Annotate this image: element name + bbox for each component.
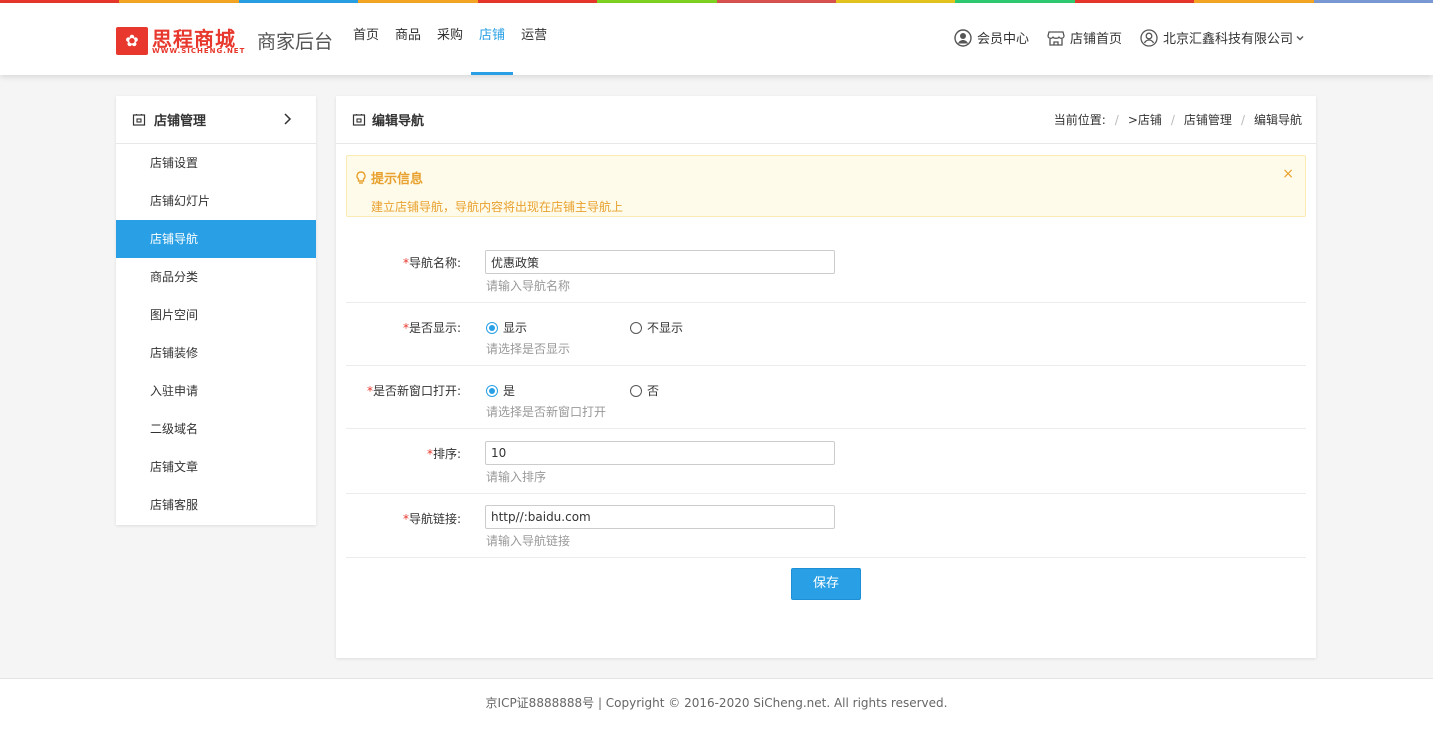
sort-input[interactable] [485, 441, 835, 465]
header-right-links: 会员中心 店铺首页 北京汇鑫科技有限公司 [936, 3, 1305, 75]
tip-box: 提示信息 建立店铺导航，导航内容将出现在店铺主导航上 × [346, 155, 1306, 217]
breadcrumb-current: 编辑导航 [1253, 113, 1302, 127]
company-name: 北京汇鑫科技有限公司 [1162, 32, 1293, 47]
main-panel: 编辑导航 当前位置: / >店铺 / 店铺管理 / 编辑导航 提示信息 建立店铺… [336, 96, 1316, 658]
page-title: 编辑导航 [372, 114, 425, 129]
site-logo[interactable]: ✿ 思程商城 WWW.SICHENG.NET [116, 25, 248, 57]
tip-text: 建立店铺导航，导航内容将出现在店铺主导航上 [371, 200, 624, 214]
new-window-option-no: 否 [647, 384, 660, 398]
nav-home[interactable]: 首页 [345, 0, 387, 72]
breadcrumb-separator: / [1170, 113, 1175, 127]
close-icon[interactable]: × [1282, 166, 1294, 182]
nav-name-label: 导航名称: [408, 256, 461, 270]
sort-help: 请输入排序 [486, 470, 547, 484]
nav-link-label-wrap: *导航链接: [346, 510, 461, 527]
breadcrumb-separator: / [1114, 113, 1119, 127]
nav-link-input[interactable] [485, 505, 835, 529]
nav-name-help: 请输入导航名称 [486, 279, 571, 293]
account-icon [1140, 28, 1158, 47]
breadcrumb-shop-manage[interactable]: 店铺管理 [1184, 96, 1232, 144]
chevron-down-icon [1296, 35, 1304, 40]
radio-checked-icon [486, 384, 498, 397]
new-window-label: 是否新窗口打开: [372, 384, 461, 398]
display-option-show: 显示 [503, 321, 528, 335]
footer: 京ICP证8888888号 | Copyright © 2016-2020 Si… [0, 678, 1433, 732]
sidebar-item-customer-service[interactable]: 店铺客服 [116, 486, 316, 524]
nav-goods[interactable]: 商品 [387, 0, 429, 72]
radio-unchecked-icon [630, 321, 642, 334]
new-window-option-yes: 是 [503, 384, 516, 398]
new-window-help: 请选择是否新窗口打开 [486, 405, 607, 419]
footer-copyright: 京ICP证8888888号 | Copyright © 2016-2020 Si… [485, 696, 948, 710]
display-radio-show[interactable]: 显示 [486, 319, 527, 336]
sidebar-item-subdomain[interactable]: 二级域名 [116, 410, 316, 448]
sidebar-item-shop-nav[interactable]: 店铺导航 [116, 220, 316, 258]
sidebar-item-shop-settings[interactable]: 店铺设置 [116, 144, 316, 182]
form-row-display: *是否显示: 显示 不显示 请选择是否显示 [346, 303, 1306, 366]
nav-purchase[interactable]: 采购 [429, 0, 471, 72]
new-window-radio-yes[interactable]: 是 [486, 382, 515, 399]
form-row-nav-link: *导航链接: 请输入导航链接 [346, 494, 1306, 558]
tip-title-row: 提示信息 [355, 168, 423, 187]
member-center-link[interactable]: 会员中心 [954, 28, 1029, 47]
breadcrumb: 当前位置: / >店铺 / 店铺管理 / 编辑导航 [1054, 96, 1302, 144]
nav-name-label-wrap: *导航名称: [346, 254, 461, 271]
display-label: 是否显示: [408, 321, 461, 335]
shop-home-label: 店铺首页 [1069, 32, 1122, 47]
save-button[interactable]: 保存 [791, 568, 861, 600]
display-help: 请选择是否显示 [486, 342, 571, 356]
shop-home-link[interactable]: 店铺首页 [1047, 28, 1122, 47]
company-dropdown[interactable]: 北京汇鑫科技有限公司 [1140, 28, 1305, 47]
chevron-right-icon[interactable] [280, 112, 294, 126]
sidebar-item-goods-category[interactable]: 商品分类 [116, 258, 316, 296]
sidebar: 店铺管理 店铺设置 店铺幻灯片 店铺导航 商品分类 图片空间 店铺装修 入驻申请… [116, 96, 316, 525]
sidebar-item-shop-articles[interactable]: 店铺文章 [116, 448, 316, 486]
form-row-nav-name: *导航名称: 请输入导航名称 [346, 238, 1306, 303]
sort-label: 排序: [432, 447, 461, 461]
user-circle-icon [954, 28, 972, 47]
radio-checked-icon [486, 321, 498, 334]
edit-nav-icon [352, 113, 366, 126]
sidebar-item-settle-apply[interactable]: 入驻申请 [116, 372, 316, 410]
breadcrumb-shop[interactable]: >店铺 [1128, 96, 1162, 144]
app-title: 商家后台 [257, 31, 334, 53]
panel-header: 编辑导航 当前位置: / >店铺 / 店铺管理 / 编辑导航 [336, 96, 1316, 144]
tip-title: 提示信息 [371, 172, 424, 187]
form-row-sort: *排序: 请输入排序 [346, 429, 1306, 494]
sidebar-header[interactable]: 店铺管理 [116, 96, 316, 144]
sidebar-menu: 店铺设置 店铺幻灯片 店铺导航 商品分类 图片空间 店铺装修 入驻申请 二级域名… [116, 144, 316, 524]
nav-shop[interactable]: 店铺 [471, 0, 514, 75]
sort-label-wrap: *排序: [346, 445, 461, 462]
breadcrumb-separator: / [1240, 113, 1245, 127]
radio-unchecked-icon [630, 384, 642, 397]
display-radio-hide[interactable]: 不显示 [630, 319, 683, 336]
nav-link-label: 导航链接: [408, 512, 461, 526]
new-window-radio-no[interactable]: 否 [630, 382, 659, 399]
nav-link-help: 请输入导航链接 [486, 534, 571, 548]
logo-mascot-icon: ✿ [116, 27, 148, 55]
nav-operation[interactable]: 运营 [513, 0, 555, 72]
main-nav: 首页 商品 采购 店铺 运营 [345, 3, 555, 75]
store-icon [1047, 30, 1065, 46]
form-row-new-window: *是否新窗口打开: 是 否 请选择是否新窗口打开 [346, 366, 1306, 429]
new-window-label-wrap: *是否新窗口打开: [346, 382, 461, 399]
sidebar-item-image-space[interactable]: 图片空间 [116, 296, 316, 334]
nav-name-input[interactable] [485, 250, 835, 274]
display-option-hide: 不显示 [647, 321, 684, 335]
sidebar-item-shop-slides[interactable]: 店铺幻灯片 [116, 182, 316, 220]
top-header: ✿ 思程商城 WWW.SICHENG.NET 商家后台 首页 商品 采购 店铺 … [0, 3, 1433, 75]
lightbulb-icon [356, 170, 366, 184]
breadcrumb-prefix: 当前位置: [1053, 113, 1106, 127]
sidebar-title: 店铺管理 [154, 114, 207, 129]
logo-subtext: WWW.SICHENG.NET [152, 47, 246, 55]
sidebar-item-shop-decoration[interactable]: 店铺装修 [116, 334, 316, 372]
display-label-wrap: *是否显示: [346, 319, 461, 336]
shop-manage-icon [132, 113, 146, 126]
member-center-label: 会员中心 [976, 32, 1029, 47]
